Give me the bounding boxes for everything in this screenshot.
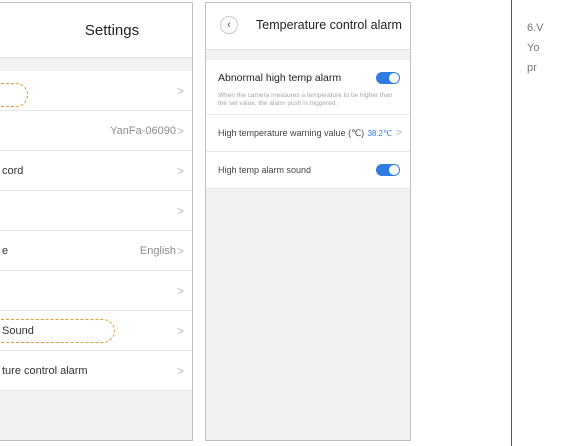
chevron-right-icon: > [176,164,184,178]
side-text-line: pr [527,62,537,74]
settings-row-device-name[interactable]: YanFa-06090 > [0,111,192,151]
chevron-right-icon: > [176,364,184,378]
abnormal-alarm-title: Abnormal high temp alarm [218,72,342,84]
abnormal-alarm-toggle[interactable] [376,72,400,84]
column-divider [511,0,512,446]
chevron-right-icon: > [176,204,184,218]
settings-row-1[interactable]: > [0,71,192,111]
side-text-line: Yo [527,42,540,54]
side-text-column: 6.V Yo pr [527,18,544,78]
chevron-right-icon: > [395,127,402,139]
highlight-oval-temperature-alarm [0,319,115,343]
chevron-right-icon: > [176,124,184,138]
temperature-alarm-panel: Abnormal high temp alarm When the camera… [206,60,410,189]
settings-row-record[interactable]: cord > [0,151,192,191]
temperature-alarm-header: ‹ Temperature control alarm [206,3,410,50]
warning-value-label: High temperature warning value (℃) [218,127,365,138]
settings-row-label: e [2,244,9,257]
temperature-alarm-screen: ‹ Temperature control alarm Abnormal hig… [205,2,411,441]
page-title: Temperature control alarm [256,18,402,32]
settings-row-4[interactable]: > [0,191,192,231]
chevron-left-icon[interactable]: ‹ [220,16,238,34]
alarm-sound-row: High temp alarm sound [206,152,410,189]
chevron-right-icon: > [176,324,184,338]
settings-row-temperature-control-alarm[interactable]: ture control alarm > [0,351,192,391]
alarm-sound-toggle[interactable] [376,164,400,176]
settings-row-6[interactable]: > [0,271,192,311]
settings-row-language[interactable]: e English > [0,231,192,271]
toggle-knob [389,165,399,175]
warning-value-row[interactable]: High temperature warning value (℃) 38.2℃… [206,115,410,152]
device-name-value: YanFa-06090 [110,124,176,137]
settings-header: Settings [0,3,192,58]
toggle-knob [389,73,399,83]
language-value: English [139,244,176,257]
settings-screen: Settings > YanFa-06090 > cord > > e Engl… [0,2,193,441]
abnormal-alarm-block: Abnormal high temp alarm When the camera… [206,60,410,115]
alarm-sound-label: High temp alarm sound [218,165,312,175]
settings-list: > YanFa-06090 > cord > > e English > > S… [0,71,192,391]
highlight-oval-device-name [0,83,28,107]
settings-row-label: ture control alarm [2,364,88,377]
page-title: Settings [84,21,140,39]
chevron-right-icon: > [176,244,184,258]
chevron-right-icon: > [176,84,184,98]
warning-value: 38.2℃ [367,128,392,138]
settings-row-label: cord [2,164,24,177]
chevron-right-icon: > [176,284,184,298]
side-text-line: 6.V [527,22,544,34]
abnormal-alarm-description: When the camera measures a temperature t… [218,92,393,107]
